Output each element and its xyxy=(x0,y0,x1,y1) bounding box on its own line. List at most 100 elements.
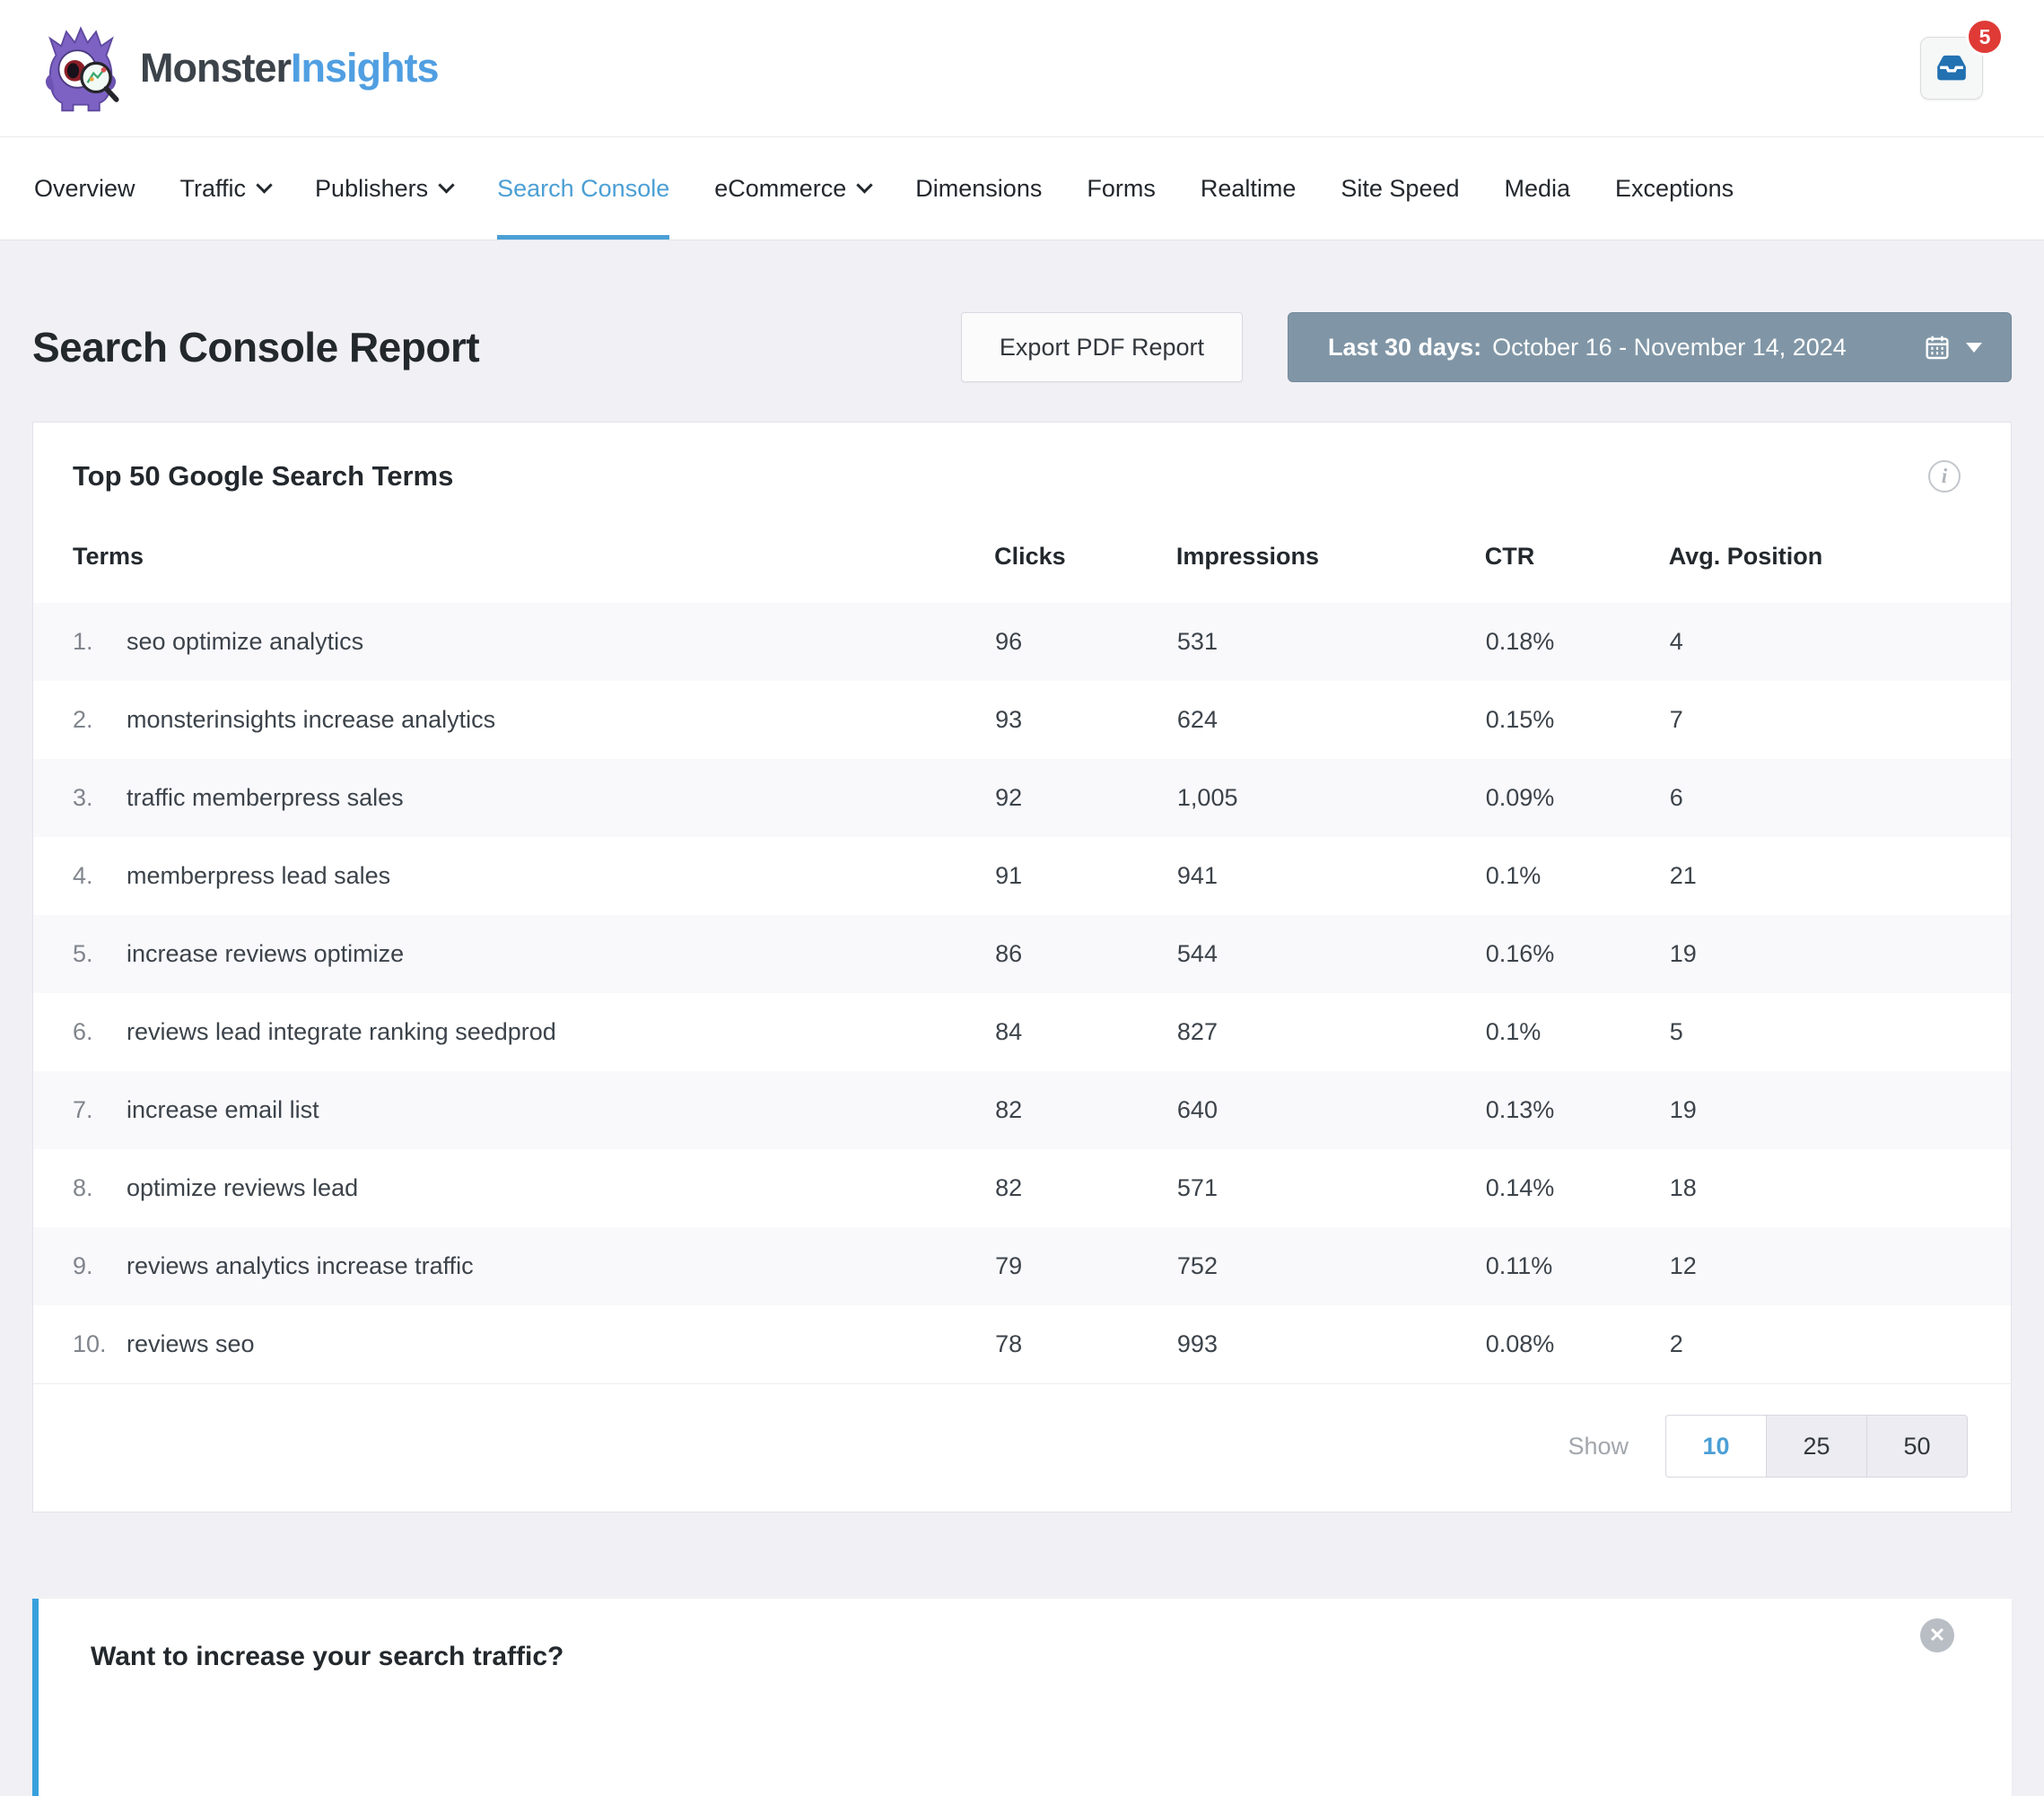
promo-banner: Want to increase your search traffic? ✕ xyxy=(32,1599,2012,1796)
banner-title: Want to increase your search traffic? xyxy=(91,1642,1886,1672)
row-avg-position: 19 xyxy=(1669,1071,2011,1149)
card-footer: Show 102550 xyxy=(33,1383,2011,1512)
col-header-clicks: Clicks xyxy=(994,519,1176,603)
table-header-row: Terms Clicks Impressions CTR Avg. Positi… xyxy=(33,519,2011,603)
row-avg-position: 5 xyxy=(1669,993,2011,1071)
row-term: traffic memberpress sales xyxy=(127,784,404,811)
nav-item-media[interactable]: Media xyxy=(1505,137,1571,240)
table-row: 7.increase email list826400.13%19 xyxy=(33,1071,2011,1149)
row-clicks: 82 xyxy=(994,1149,1176,1227)
row-clicks: 82 xyxy=(994,1071,1176,1149)
table-row: 5.increase reviews optimize865440.16%19 xyxy=(33,915,2011,993)
card-title: Top 50 Google Search Terms xyxy=(73,460,453,493)
page-size-25[interactable]: 25 xyxy=(1766,1415,1867,1478)
row-avg-position: 6 xyxy=(1669,759,2011,837)
row-avg-position: 12 xyxy=(1669,1227,2011,1305)
row-clicks: 84 xyxy=(994,993,1176,1071)
row-impressions: 941 xyxy=(1176,837,1485,915)
table-row: 10.reviews seo789930.08%2 xyxy=(33,1305,2011,1383)
row-clicks: 92 xyxy=(994,759,1176,837)
monster-mascot-logo-icon xyxy=(38,22,124,115)
show-label: Show xyxy=(1568,1433,1629,1460)
table-row: 6.reviews lead integrate ranking seedpro… xyxy=(33,993,2011,1071)
nav-item-site-speed[interactable]: Site Speed xyxy=(1341,137,1459,240)
row-ctr: 0.13% xyxy=(1485,1071,1669,1149)
close-icon[interactable]: ✕ xyxy=(1920,1618,1954,1652)
row-rank: 10. xyxy=(73,1330,127,1358)
row-rank: 6. xyxy=(73,1018,127,1046)
row-clicks: 79 xyxy=(994,1227,1176,1305)
brand-name: MonsterInsights xyxy=(140,45,439,92)
page-size-50[interactable]: 50 xyxy=(1866,1415,1968,1478)
row-impressions: 827 xyxy=(1176,993,1485,1071)
table-row: 8.optimize reviews lead825710.14%18 xyxy=(33,1149,2011,1227)
row-rank: 9. xyxy=(73,1252,127,1280)
col-header-avg-position: Avg. Position xyxy=(1669,519,2011,603)
row-ctr: 0.18% xyxy=(1485,603,1669,681)
notifications-button[interactable]: 5 xyxy=(1920,37,1983,100)
row-clicks: 93 xyxy=(994,681,1176,759)
row-ctr: 0.1% xyxy=(1485,993,1669,1071)
row-term: optimize reviews lead xyxy=(127,1174,358,1201)
row-impressions: 624 xyxy=(1176,681,1485,759)
app-header: MonsterInsights 5 xyxy=(0,0,2044,136)
brand-name-primary: Monster xyxy=(140,45,291,91)
row-avg-position: 4 xyxy=(1669,603,2011,681)
date-range-label: Last 30 days: xyxy=(1328,334,1481,362)
table-row: 1.seo optimize analytics965310.18%4 xyxy=(33,603,2011,681)
nav-item-exceptions[interactable]: Exceptions xyxy=(1615,137,1734,240)
search-terms-card: Top 50 Google Search Terms i Terms Click… xyxy=(32,422,2012,1513)
row-term: memberpress lead sales xyxy=(127,862,390,889)
row-avg-position: 19 xyxy=(1669,915,2011,993)
row-clicks: 96 xyxy=(994,603,1176,681)
export-pdf-button[interactable]: Export PDF Report xyxy=(961,312,1243,382)
row-ctr: 0.15% xyxy=(1485,681,1669,759)
page-size-group: 102550 xyxy=(1666,1415,1968,1478)
search-terms-table: Terms Clicks Impressions CTR Avg. Positi… xyxy=(33,519,2011,1383)
row-impressions: 640 xyxy=(1176,1071,1485,1149)
nav-item-realtime[interactable]: Realtime xyxy=(1201,137,1297,240)
search-terms-tbody: 1.seo optimize analytics965310.18%42.mon… xyxy=(33,603,2011,1383)
chevron-down-icon xyxy=(857,177,873,193)
nav-item-publishers[interactable]: Publishers xyxy=(315,137,452,240)
row-ctr: 0.11% xyxy=(1485,1227,1669,1305)
card-header: Top 50 Google Search Terms i xyxy=(33,423,2011,507)
nav-item-ecommerce[interactable]: eCommerce xyxy=(714,137,870,240)
page-size-10[interactable]: 10 xyxy=(1665,1415,1767,1478)
nav-item-label: Search Console xyxy=(497,175,669,203)
toolbar: Search Console Report Export PDF Report … xyxy=(32,312,2012,382)
info-icon[interactable]: i xyxy=(1928,460,1961,493)
nav-item-forms[interactable]: Forms xyxy=(1087,137,1156,240)
nav-item-dimensions[interactable]: Dimensions xyxy=(915,137,1042,240)
row-term: increase email list xyxy=(127,1096,319,1123)
row-ctr: 0.09% xyxy=(1485,759,1669,837)
notification-count-badge: 5 xyxy=(1966,18,2004,56)
col-header-ctr: CTR xyxy=(1485,519,1669,603)
table-row: 2.monsterinsights increase analytics9362… xyxy=(33,681,2011,759)
nav-item-overview[interactable]: Overview xyxy=(34,137,135,240)
row-rank: 2. xyxy=(73,706,127,734)
date-range-button[interactable]: Last 30 days: October 16 - November 14, … xyxy=(1288,312,2012,382)
nav-item-label: eCommerce xyxy=(714,175,846,203)
table-row: 4.memberpress lead sales919410.1%21 xyxy=(33,837,2011,915)
row-ctr: 0.16% xyxy=(1485,915,1669,993)
row-term: reviews analytics increase traffic xyxy=(127,1252,474,1279)
row-term: reviews lead integrate ranking seedprod xyxy=(127,1018,556,1045)
row-term: reviews seo xyxy=(127,1330,255,1357)
nav-item-label: Exceptions xyxy=(1615,175,1734,203)
row-impressions: 544 xyxy=(1176,915,1485,993)
nav-item-label: Publishers xyxy=(315,175,428,203)
nav-item-search-console[interactable]: Search Console xyxy=(497,137,669,240)
caret-down-icon xyxy=(1966,343,1982,353)
row-rank: 1. xyxy=(73,628,127,656)
nav-item-label: Overview xyxy=(34,175,135,203)
row-impressions: 531 xyxy=(1176,603,1485,681)
row-clicks: 86 xyxy=(994,915,1176,993)
nav-item-label: Traffic xyxy=(180,175,247,203)
row-impressions: 1,005 xyxy=(1176,759,1485,837)
table-row: 3.traffic memberpress sales921,0050.09%6 xyxy=(33,759,2011,837)
row-clicks: 78 xyxy=(994,1305,1176,1383)
col-header-terms: Terms xyxy=(33,519,994,603)
table-row: 9.reviews analytics increase traffic7975… xyxy=(33,1227,2011,1305)
nav-item-traffic[interactable]: Traffic xyxy=(180,137,271,240)
